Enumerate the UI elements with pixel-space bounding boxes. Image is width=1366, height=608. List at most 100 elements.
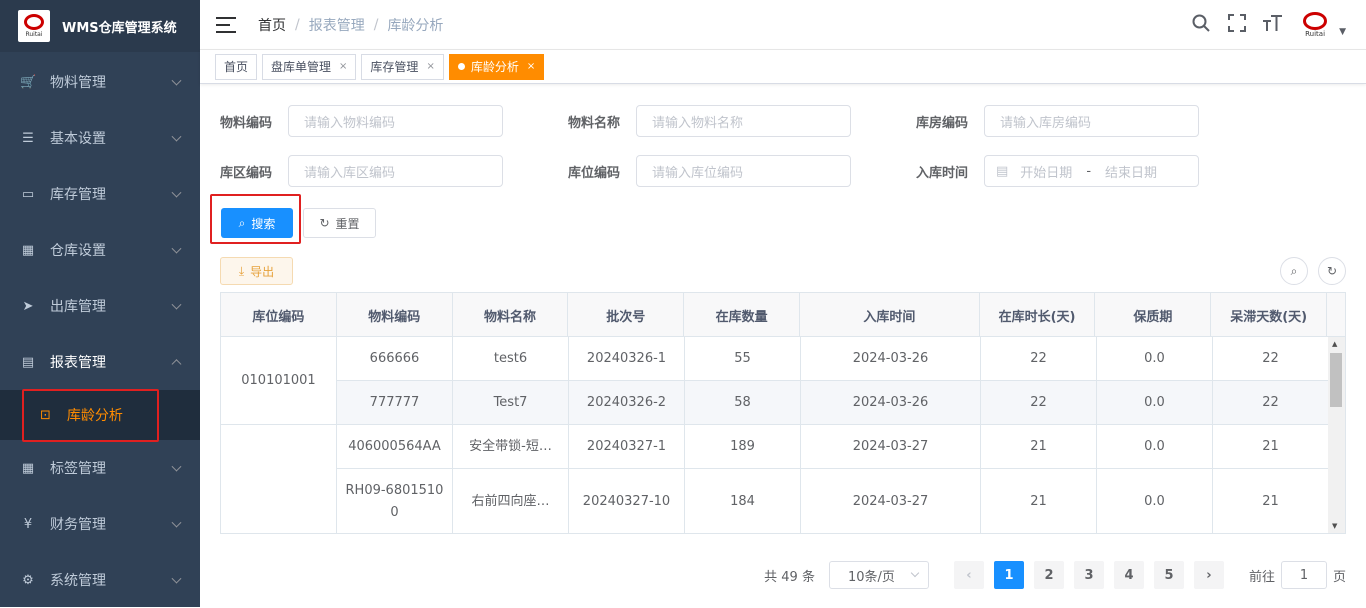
material-code-input[interactable]: 请输入物料编码 bbox=[288, 105, 503, 137]
scroll-thumb[interactable] bbox=[1330, 353, 1342, 407]
field-label: 库房编码 bbox=[916, 115, 969, 131]
sidebar-item-inventory[interactable]: ▭ 库存管理 bbox=[0, 166, 200, 222]
tab-stock-age[interactable]: 库龄分析 × bbox=[448, 53, 545, 80]
page-size-select[interactable]: 10条/页 bbox=[828, 561, 929, 589]
breadcrumb-item: 库龄分析 bbox=[387, 17, 444, 34]
field-label: 库区编码 bbox=[220, 165, 273, 181]
page-button[interactable]: 1 bbox=[993, 561, 1024, 589]
gear-icon: ⚙ bbox=[22, 572, 34, 588]
column-header: 物料编码 bbox=[337, 293, 453, 337]
chevron-down-icon bbox=[171, 75, 182, 86]
scroll-up-icon[interactable]: ▲ bbox=[1332, 340, 1337, 348]
tags-view: 首页 盘库单管理 × 库存管理 × 库龄分析 × bbox=[200, 50, 1366, 84]
search-icon[interactable] bbox=[1191, 14, 1211, 37]
sidebar-item-materials[interactable]: 🛒 物料管理 bbox=[0, 54, 200, 110]
column-header: 物料名称 bbox=[453, 293, 569, 337]
page-jumper: 前往 1 页 bbox=[1249, 561, 1346, 589]
column-header: 入库时间 bbox=[800, 293, 980, 337]
prev-page-button[interactable]: ‹ bbox=[953, 561, 984, 589]
send-icon: ➤ bbox=[22, 298, 34, 314]
breadcrumb-item[interactable]: 报表管理 bbox=[309, 15, 365, 35]
logo: Ruitai bbox=[18, 10, 50, 42]
form-item-material-name: 物料名称 请输入物料名称 bbox=[568, 105, 851, 137]
sidebar-item-label: 基本设置 bbox=[50, 131, 106, 147]
warehouse-code-input[interactable]: 请输入库房编码 bbox=[984, 105, 1199, 137]
table-row[interactable]: 777777 Test7 20240326-2 58 2024-03-26 22… bbox=[221, 381, 1329, 425]
caret-down-icon[interactable]: ▼ bbox=[1339, 27, 1346, 37]
monitor-icon: ▭ bbox=[21, 186, 35, 202]
main-area: 首页 / 报表管理 / 库龄分析 Ruitai ▼ 首页 盘库单管理 × 库存管理 × … bbox=[200, 0, 1366, 607]
active-dot-icon bbox=[457, 63, 465, 70]
close-icon[interactable]: × bbox=[527, 61, 535, 72]
sidebar-item-warehouse-settings[interactable]: ▦ 仓库设置 bbox=[0, 222, 200, 278]
sidebar-item-label: 仓库设置 bbox=[50, 243, 106, 259]
app-title: WMS仓库管理系统 bbox=[62, 20, 177, 36]
form-item-area-code: 库区编码 请输入库区编码 bbox=[220, 155, 503, 187]
sidebar-item-system[interactable]: ⚙ 系统管理 bbox=[0, 552, 200, 608]
form-item-material-code: 物料编码 请输入物料编码 bbox=[220, 105, 503, 137]
column-header: 库位编码 bbox=[221, 293, 337, 337]
table-header: 库位编码 物料编码 物料名称 批次号 在库数量 入库时间 在库时长(天) 保质期… bbox=[221, 293, 1345, 337]
location-code-input[interactable]: 请输入库位编码 bbox=[636, 155, 851, 187]
tab-inventory[interactable]: 库存管理 × bbox=[361, 53, 444, 80]
chevron-up-icon bbox=[171, 359, 182, 370]
column-header: 呆滞天数(天) bbox=[1211, 293, 1328, 337]
field-label: 入库时间 bbox=[916, 165, 969, 181]
date-range-picker[interactable]: ▤ 开始日期 - 结束日期 bbox=[984, 155, 1199, 187]
search-button[interactable]: ⌕ 搜索 bbox=[221, 208, 293, 238]
sidebar-item-basic-settings[interactable]: ☰ 基本设置 bbox=[0, 110, 200, 166]
navbar: 首页 / 报表管理 / 库龄分析 Ruitai ▼ bbox=[200, 0, 1366, 50]
export-button[interactable]: ⤓ 导出 bbox=[220, 257, 293, 285]
sidebar-item-reports[interactable]: ▤ 报表管理 bbox=[0, 334, 200, 390]
table-row[interactable]: 666666 test6 20240326-1 55 2024-03-26 22… bbox=[221, 337, 1329, 381]
table-row[interactable]: 406000564AA 安全带锁-短… 20240327-1 189 2024-… bbox=[221, 425, 1329, 469]
calendar-icon: ▤ bbox=[996, 163, 1009, 179]
field-label: 物料编码 bbox=[220, 115, 273, 131]
reset-button[interactable]: ↻ 重置 bbox=[303, 208, 376, 238]
table-row[interactable]: RH09-68015100 右前四向座… 20240327-10 184 202… bbox=[221, 469, 1329, 533]
breadcrumb-item[interactable]: 首页 bbox=[258, 15, 286, 35]
hamburger-icon[interactable] bbox=[216, 16, 236, 33]
sidebar-item-label: 财务管理 bbox=[50, 517, 106, 533]
start-date-placeholder: 开始日期 bbox=[1020, 165, 1073, 181]
avatar[interactable]: Ruitai bbox=[1299, 9, 1332, 41]
sliders-icon: ☰ bbox=[22, 130, 34, 146]
close-icon[interactable]: × bbox=[426, 61, 434, 72]
form-item-in-time: 入库时间 ▤ 开始日期 - 结束日期 bbox=[916, 155, 1199, 187]
chevron-down-icon bbox=[171, 461, 182, 472]
chevron-down-icon bbox=[171, 573, 182, 584]
toggle-search-button[interactable]: ⌕ bbox=[1280, 257, 1308, 285]
sidebar-item-finance[interactable]: ¥ 财务管理 bbox=[0, 496, 200, 552]
tab-stocktake[interactable]: 盘库单管理 × bbox=[262, 53, 357, 80]
chevron-down-icon bbox=[171, 299, 182, 310]
sidebar-item-outbound[interactable]: ➤ 出库管理 bbox=[0, 278, 200, 334]
page-button[interactable]: 2 bbox=[1033, 561, 1064, 589]
material-name-input[interactable]: 请输入物料名称 bbox=[636, 105, 851, 137]
sidebar-item-labels[interactable]: ▦ 标签管理 bbox=[0, 440, 200, 496]
table-scrollbar[interactable]: ▲ ▼ bbox=[1328, 337, 1345, 533]
chevron-down-icon bbox=[171, 517, 182, 528]
chevron-down-icon bbox=[910, 568, 920, 578]
close-icon[interactable]: × bbox=[339, 61, 347, 72]
goto-page-input[interactable]: 1 bbox=[1280, 561, 1327, 589]
area-code-input[interactable]: 请输入库区编码 bbox=[288, 155, 503, 187]
chevron-down-icon bbox=[171, 243, 182, 254]
data-table: 库位编码 物料编码 物料名称 批次号 在库数量 入库时间 在库时长(天) 保质期… bbox=[220, 292, 1346, 534]
breadcrumb: 首页 / 报表管理 / 库龄分析 bbox=[258, 15, 444, 35]
font-size-icon[interactable] bbox=[1263, 14, 1283, 37]
page-button[interactable]: 3 bbox=[1073, 561, 1104, 589]
pagination: 共 49 条 10条/页 ‹ 1 2 3 4 5 › 前往 1 页 bbox=[764, 561, 1346, 589]
next-page-button[interactable]: › bbox=[1193, 561, 1224, 589]
refresh-button[interactable]: ↻ bbox=[1318, 257, 1346, 285]
fullscreen-icon[interactable] bbox=[1227, 13, 1247, 37]
sidebar-item-label: 物料管理 bbox=[50, 75, 106, 91]
form-item-location-code: 库位编码 请输入库位编码 bbox=[568, 155, 851, 187]
cart-icon: 🛒 bbox=[20, 74, 37, 90]
tab-home[interactable]: 首页 bbox=[215, 53, 258, 80]
page-button[interactable]: 5 bbox=[1153, 561, 1184, 589]
highlight-box bbox=[22, 389, 159, 442]
scroll-down-icon[interactable]: ▼ bbox=[1332, 522, 1337, 530]
chevron-down-icon bbox=[171, 187, 182, 198]
page-button[interactable]: 4 bbox=[1113, 561, 1144, 589]
nav-right: Ruitai ▼ bbox=[1175, 0, 1346, 50]
